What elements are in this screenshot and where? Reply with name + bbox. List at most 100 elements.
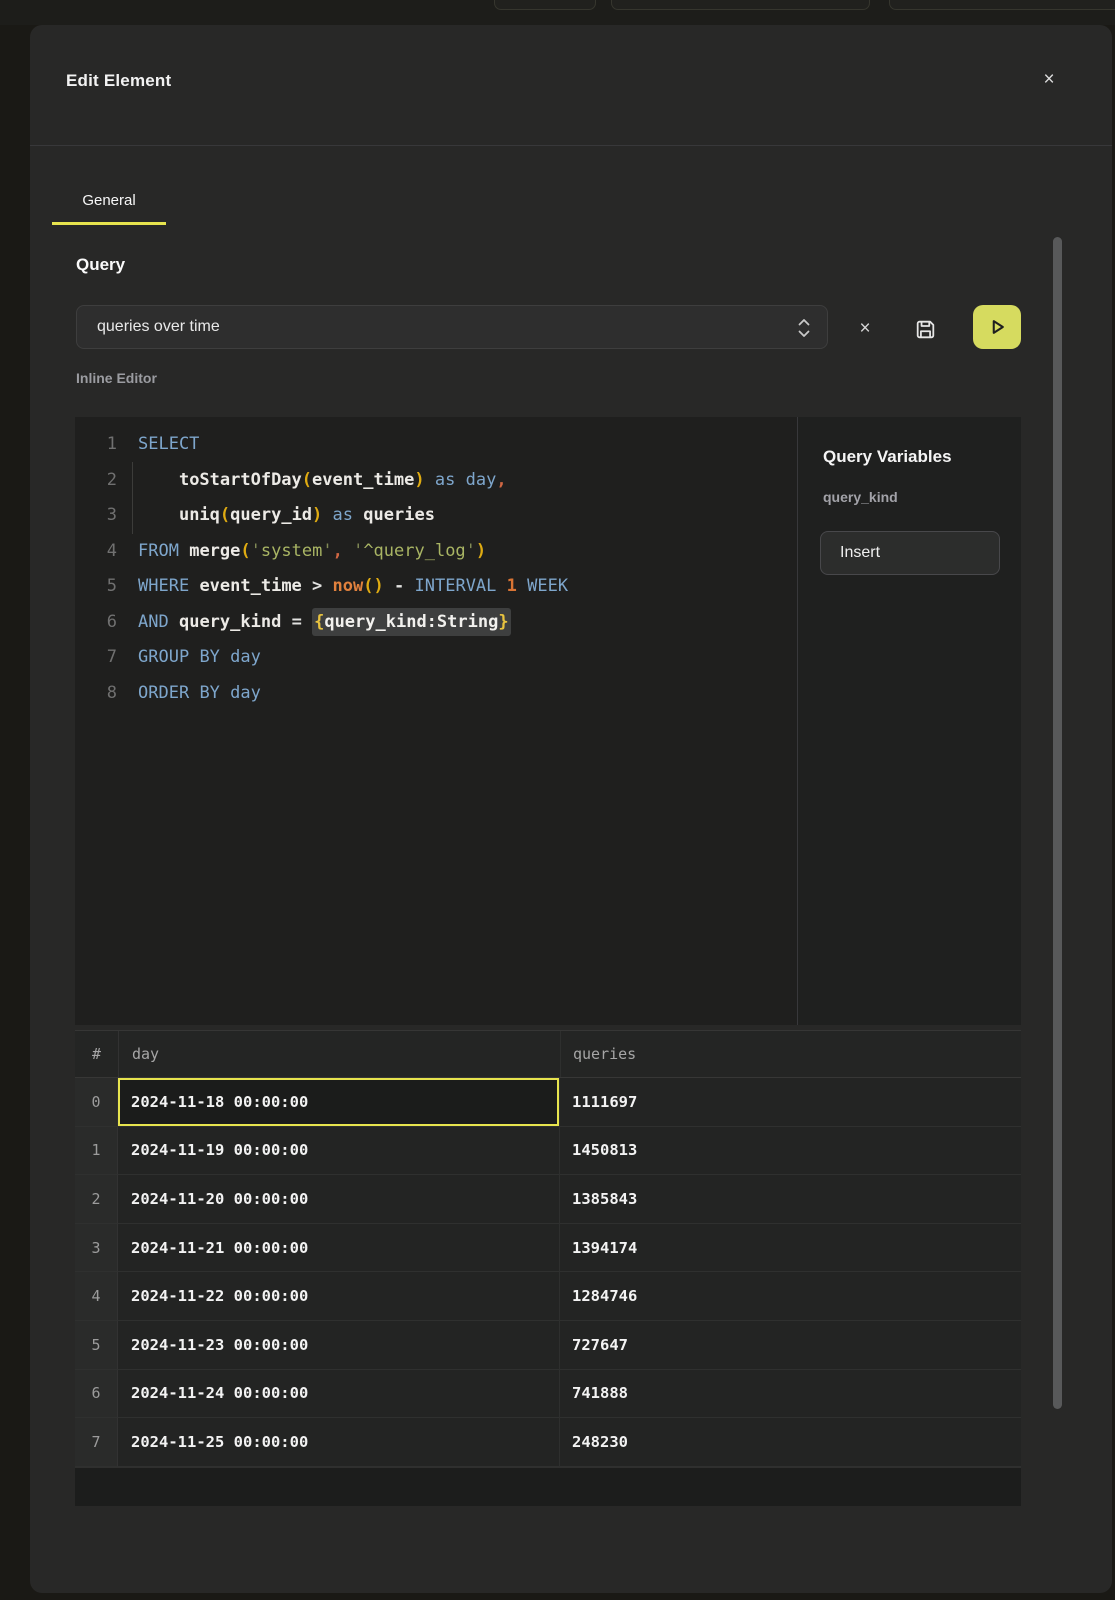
code-line[interactable]: 6AND query_kind = {query_kind:String} (75, 605, 797, 641)
row-index-cell[interactable]: 1 (75, 1127, 118, 1176)
code-line[interactable]: 2 toStartOfDay(event_time) as day, (75, 463, 797, 499)
background-toolbar-button[interactable] (611, 0, 870, 10)
query-select[interactable]: queries over time (76, 305, 828, 349)
modal-title: Edit Element (66, 71, 171, 91)
code-token: AND (138, 612, 169, 632)
queries-cell[interactable]: 1394174 (560, 1224, 1021, 1273)
tab-general[interactable]: General (52, 179, 166, 225)
row-index-cell[interactable]: 3 (75, 1224, 118, 1273)
queries-cell[interactable]: 248230 (560, 1418, 1021, 1467)
background-toolbar (0, 0, 1115, 25)
row-index-cell[interactable]: 5 (75, 1321, 118, 1370)
code-content: WHERE event_time > now() - INTERVAL 1 WE… (138, 576, 568, 596)
page-root: Edit Element × General Query queries ove… (0, 0, 1115, 1600)
close-icon[interactable]: × (1034, 65, 1064, 95)
code-token: { (312, 608, 324, 636)
column-header-queries[interactable]: queries (561, 1031, 1021, 1077)
query-section-heading: Query (76, 255, 125, 275)
code-token: ( (240, 541, 250, 561)
code-token: uniq (179, 505, 220, 525)
code-line[interactable]: 5WHERE event_time > now() - INTERVAL 1 W… (75, 569, 797, 605)
row-index-cell[interactable]: 7 (75, 1418, 118, 1467)
code-token (189, 647, 199, 667)
code-token: query_kind:String (324, 608, 498, 636)
save-icon (913, 317, 938, 342)
background-toolbar-button[interactable] (889, 0, 1115, 10)
code-token: ) (476, 541, 486, 561)
code-token: day (230, 683, 261, 703)
code-token (281, 612, 291, 632)
modal-scrollbar-thumb[interactable] (1053, 237, 1062, 1409)
day-cell[interactable]: 2024-11-22 00:00:00 (118, 1272, 560, 1321)
code-token (189, 576, 199, 596)
code-line[interactable]: 1SELECT (75, 427, 797, 463)
code-content: ORDER BY day (138, 683, 261, 703)
save-button[interactable] (911, 315, 939, 343)
results-table-body: 02024-11-18 00:00:00111169712024-11-19 0… (75, 1078, 1021, 1467)
queries-cell[interactable]: 741888 (560, 1370, 1021, 1419)
code-token (322, 576, 332, 596)
code-token (179, 541, 189, 561)
day-cell[interactable]: 2024-11-20 00:00:00 (118, 1175, 560, 1224)
run-query-button[interactable] (973, 305, 1021, 349)
code-token: ' (353, 541, 363, 561)
day-cell-selected[interactable]: 2024-11-18 00:00:00 (118, 1078, 560, 1127)
code-token (353, 505, 363, 525)
results-table-footer (75, 1467, 1021, 1506)
code-token: system (261, 541, 322, 561)
variable-name-label: query_kind (823, 489, 898, 505)
queries-cell[interactable]: 1284746 (560, 1272, 1021, 1321)
day-cell[interactable]: 2024-11-19 00:00:00 (118, 1127, 560, 1176)
code-token (169, 612, 179, 632)
code-token (302, 576, 312, 596)
column-header-index[interactable]: # (75, 1031, 119, 1077)
header-divider (30, 145, 1112, 146)
column-header-day[interactable]: day (119, 1031, 561, 1077)
code-token: as (435, 470, 455, 490)
code-token: 1 (507, 576, 517, 596)
inline-editor-label: Inline Editor (76, 370, 157, 386)
row-index-cell[interactable]: 0 (75, 1078, 118, 1127)
code-token: event_time (312, 470, 414, 490)
code-line[interactable]: 4FROM merge('system', '^query_log') (75, 534, 797, 570)
line-number: 6 (75, 605, 117, 641)
code-token: ^query_log (363, 541, 465, 561)
queries-cell[interactable]: 1450813 (560, 1127, 1021, 1176)
day-cell[interactable]: 2024-11-24 00:00:00 (118, 1370, 560, 1419)
code-line[interactable]: 8ORDER BY day (75, 676, 797, 712)
queries-cell[interactable]: 1111697 (560, 1078, 1021, 1127)
code-pane[interactable]: 1SELECT2 toStartOfDay(event_time) as day… (75, 417, 797, 1025)
table-row: 72024-11-25 00:00:00248230 (75, 1418, 1021, 1467)
day-cell[interactable]: 2024-11-21 00:00:00 (118, 1224, 560, 1273)
row-index-cell[interactable]: 2 (75, 1175, 118, 1224)
code-token: queries (363, 505, 435, 525)
edit-element-modal: Edit Element × General Query queries ove… (30, 25, 1112, 1593)
code-token (220, 683, 230, 703)
code-line[interactable]: 7GROUP BY day (75, 640, 797, 676)
table-row: 42024-11-22 00:00:001284746 (75, 1272, 1021, 1321)
row-index-cell[interactable]: 4 (75, 1272, 118, 1321)
code-token (425, 470, 435, 490)
table-row: 32024-11-21 00:00:001394174 (75, 1224, 1021, 1273)
code-token: query_id (230, 505, 312, 525)
code-token: ( (363, 576, 373, 596)
code-token (138, 470, 179, 490)
background-toolbar-button[interactable] (494, 0, 596, 10)
code-token: BY (199, 647, 219, 667)
clear-query-button[interactable]: × (853, 317, 877, 341)
table-row: 02024-11-18 00:00:001111697 (75, 1078, 1021, 1127)
day-cell[interactable]: 2024-11-25 00:00:00 (118, 1418, 560, 1467)
code-token: WEEK (527, 576, 568, 596)
code-content: SELECT (138, 434, 199, 454)
code-line[interactable]: 3 uniq(query_id) as queries (75, 498, 797, 534)
queries-cell[interactable]: 1385843 (560, 1175, 1021, 1224)
code-token (384, 576, 394, 596)
row-index-cell[interactable]: 6 (75, 1370, 118, 1419)
table-row: 52024-11-23 00:00:00727647 (75, 1321, 1021, 1370)
code-token: day (230, 647, 261, 667)
insert-variable-button[interactable]: Insert (820, 531, 1000, 575)
code-token: SELECT (138, 434, 199, 454)
queries-cell[interactable]: 727647 (560, 1321, 1021, 1370)
query-variables-panel: Query Variables query_kind Insert (797, 417, 1021, 1025)
day-cell[interactable]: 2024-11-23 00:00:00 (118, 1321, 560, 1370)
